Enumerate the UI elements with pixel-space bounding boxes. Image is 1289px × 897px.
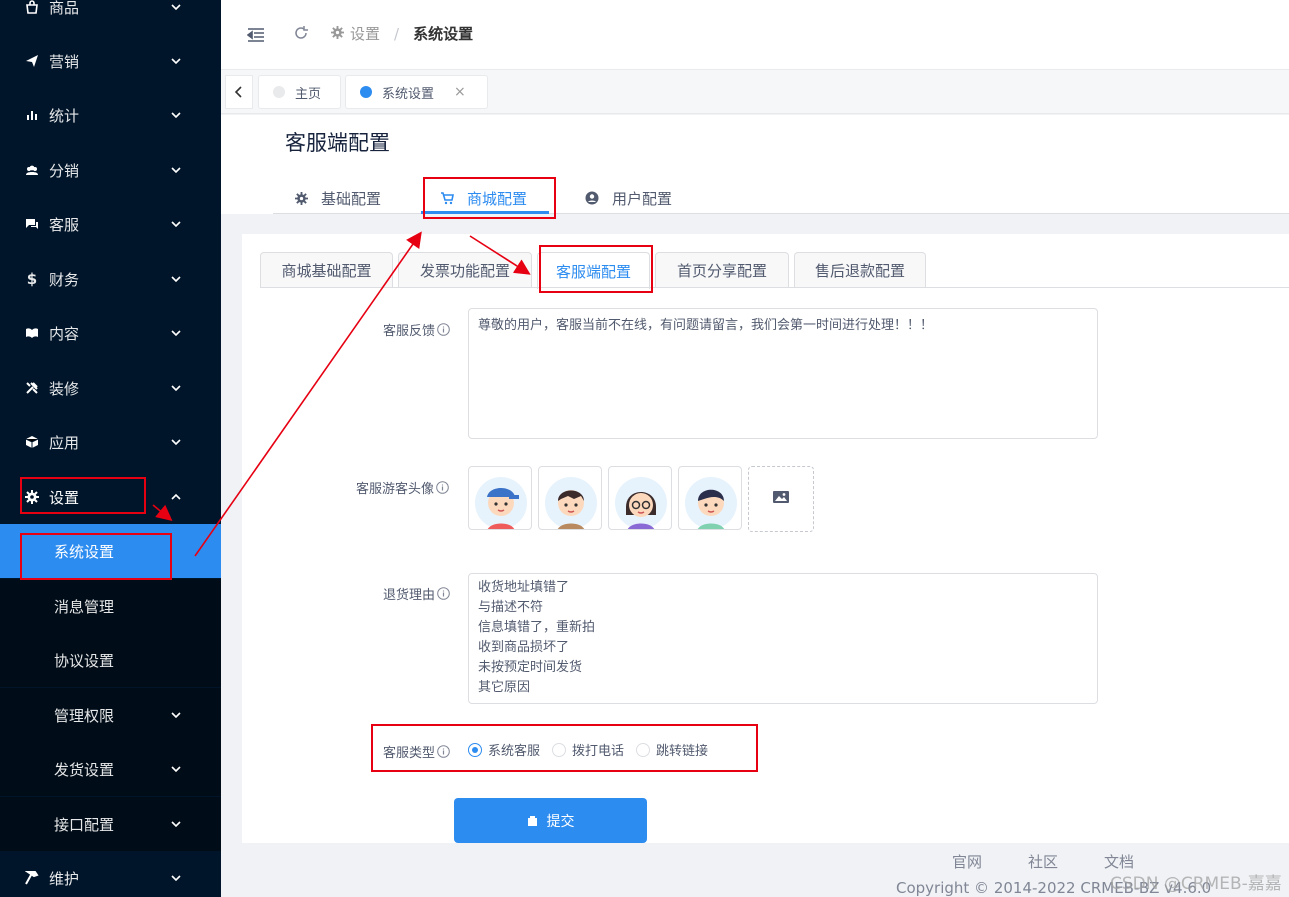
annotation-arrows	[152, 231, 531, 557]
annotation-arrow	[152, 504, 173, 522]
annotation-arrow	[469, 235, 531, 275]
annotation-arrow	[194, 231, 422, 557]
